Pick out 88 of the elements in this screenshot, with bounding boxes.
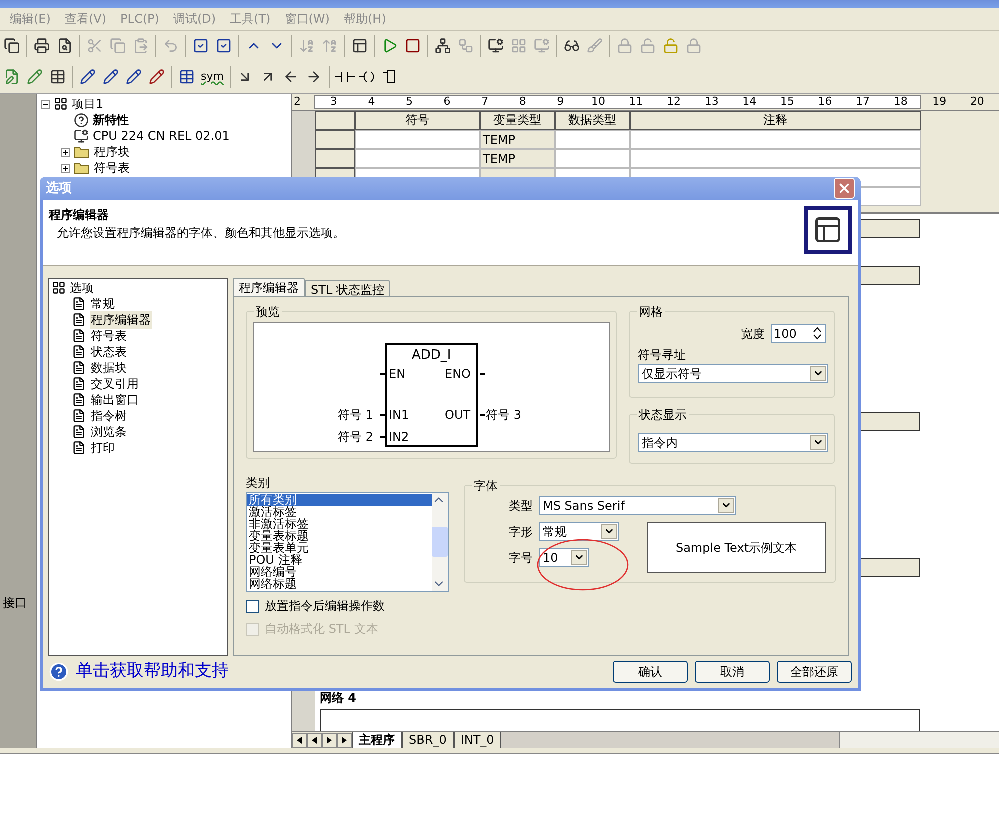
width-spinbox[interactable]: 100 [771, 324, 826, 344]
column-header: 符号 [355, 111, 480, 130]
ruler-mark: 20 [969, 94, 986, 110]
tree-item[interactable]: 输出窗口 [90, 391, 140, 410]
header-title: 程序编辑器 [49, 207, 109, 224]
checkbox-label: 放置指令后编辑操作数 [265, 598, 385, 616]
ruler-mark: 18 [892, 94, 909, 110]
ruler-mark: 4 [367, 94, 376, 110]
tree-item[interactable]: 指令树 [90, 407, 128, 426]
field-label: 宽度 [741, 326, 765, 343]
font-type-dropdown[interactable]: MS Sans Serif [539, 496, 736, 516]
list-item[interactable]: 变量表单元 [247, 542, 432, 554]
ruler-mark: 12 [666, 94, 682, 110]
ruler-mark: 11 [628, 94, 644, 110]
ruler-mark: 6 [442, 94, 452, 110]
ruler-mark: 10 [590, 94, 606, 110]
list-item[interactable]: 网络编号 [247, 566, 432, 578]
sym-button[interactable]: sym [198, 66, 227, 88]
block-name: ADD_I [412, 347, 452, 366]
pin-label: OUT [445, 407, 471, 424]
field-label: 字号 [509, 550, 533, 567]
column-header: 变量类型 [480, 111, 555, 130]
tree-item[interactable]: 选项 [70, 279, 94, 298]
list-item[interactable]: 变量表标题 [247, 530, 432, 542]
ruler-mark: 16 [817, 94, 834, 110]
tree-item[interactable]: 常规 [90, 295, 116, 314]
field-label: 类型 [509, 498, 533, 515]
ruler-mark: 8 [518, 94, 528, 110]
sheet-tab[interactable]: SBR_0 [402, 732, 454, 748]
tree-item[interactable]: 项目1 [72, 95, 104, 113]
ruler-mark: 3 [329, 94, 338, 110]
tab[interactable]: STL 状态监控 [305, 280, 390, 296]
field-label: 符号寻址 [638, 347, 687, 364]
help-link[interactable]: 单击获取帮助和支持 [76, 659, 613, 685]
field-label: 字形 [509, 524, 533, 541]
pin-label: ENO [445, 366, 472, 384]
status-display-dropdown[interactable]: 指令内 [638, 433, 828, 452]
addressing-dropdown[interactable]: 仅显示符号 [638, 364, 828, 384]
pin-label: IN1 [389, 407, 410, 424]
dialog-button[interactable]: 取消 [695, 661, 770, 684]
symbol-label: 符号 1 [338, 407, 374, 424]
tree-item[interactable]: 数据块 [90, 359, 128, 378]
tree-item[interactable]: 浏览条 [90, 423, 128, 442]
symbol-label: 符号 3 [486, 407, 522, 424]
tree-item[interactable]: 状态表 [90, 343, 128, 362]
tree-item[interactable]: 打印 [90, 439, 116, 458]
dialog-button[interactable]: 全部还原 [777, 661, 852, 684]
tree-item[interactable]: 符号表 [90, 327, 128, 346]
dialog-button[interactable]: 确认 [613, 661, 688, 684]
ruler-mark: 2 [293, 94, 302, 110]
tree-item[interactable]: CPU 224 CN REL 02.01 [93, 127, 230, 145]
field-label: 类别 [246, 475, 271, 492]
pin-label: EN [389, 366, 406, 384]
list-item[interactable]: 激活标签 [247, 506, 432, 518]
header-description: 允许您设置程序编辑器的字体、颜色和其他显示选项。 [56, 225, 345, 242]
font-size-dropdown[interactable]: 10 [539, 548, 589, 568]
ruler-mark: 15 [779, 94, 796, 110]
table-cell: TEMP [480, 149, 555, 168]
sheet-tab[interactable]: INT_0 [454, 732, 502, 748]
ruler-mark: 13 [704, 94, 720, 110]
network-title: 网络 4 [320, 690, 358, 707]
tree-item[interactable]: 新特性 [93, 111, 129, 129]
tab[interactable]: 程序编辑器 [233, 278, 305, 296]
tree-item[interactable]: 符号表 [94, 159, 130, 177]
list-item[interactable]: POU 注释 [247, 554, 432, 566]
tree-item[interactable]: 程序块 [94, 143, 130, 161]
tree-item[interactable]: 交叉引用 [90, 375, 140, 394]
table-cell: TEMP [480, 130, 555, 149]
column-header: 数据类型 [555, 111, 630, 130]
symbol-label: 符号 2 [338, 429, 374, 446]
ruler-mark: 19 [932, 94, 948, 110]
ruler-mark: 5 [404, 94, 414, 110]
list-item[interactable]: 网络标题 [247, 578, 432, 590]
dialog-title: 选项 [46, 180, 73, 198]
pin-label: IN2 [389, 429, 410, 446]
sheet-tab[interactable]: 主程序 [352, 732, 402, 748]
panel-label: 接口 [3, 595, 27, 612]
tree-item[interactable]: 程序编辑器 [90, 311, 152, 330]
ruler-mark: 9 [556, 94, 566, 110]
ruler-mark: 7 [480, 94, 490, 110]
list-item[interactable]: 非激活标签 [247, 518, 432, 530]
sample-text: Sample Text示例文本 [647, 522, 826, 574]
checkbox-label: 自动格式化 STL 文本 [265, 621, 378, 638]
list-item[interactable]: 所有类别 [247, 494, 432, 506]
ruler-mark: 17 [855, 94, 872, 110]
column-header: 注释 [630, 111, 921, 130]
ruler-mark: 14 [742, 94, 758, 110]
font-style-dropdown[interactable]: 常规 [539, 522, 619, 542]
